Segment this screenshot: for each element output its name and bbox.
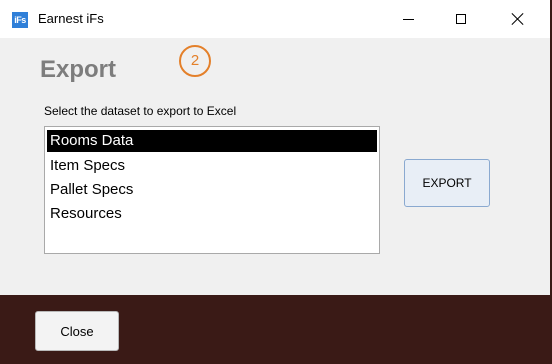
maximize-button[interactable] xyxy=(438,0,484,38)
list-item-pallet-specs[interactable]: Pallet Specs xyxy=(47,178,377,202)
minimize-button[interactable] xyxy=(385,0,431,38)
title-bar[interactable]: iFs Earnest iFs xyxy=(0,0,550,38)
app-icon: iFs xyxy=(12,12,28,28)
export-panel: Export 2 Select the dataset to export to… xyxy=(0,38,550,295)
close-button[interactable]: Close xyxy=(35,311,119,351)
app-window: iFs Earnest iFs Export 2 Select the data… xyxy=(0,0,552,364)
window-title: Earnest iFs xyxy=(38,11,104,26)
export-button[interactable]: EXPORT xyxy=(404,159,490,207)
close-icon xyxy=(512,13,524,25)
page-title: Export xyxy=(40,56,117,83)
close-window-button[interactable] xyxy=(495,0,541,38)
list-item-item-specs[interactable]: Item Specs xyxy=(47,154,377,178)
minimize-icon xyxy=(402,18,414,20)
footer-bar: Close xyxy=(0,295,550,364)
dataset-listbox[interactable]: Rooms Data Item Specs Pallet Specs Resou… xyxy=(44,126,380,254)
list-item-resources[interactable]: Resources xyxy=(47,202,377,226)
step-badge: 2 xyxy=(179,45,211,77)
list-item-rooms-data[interactable]: Rooms Data xyxy=(47,130,377,152)
instruction-label: Select the dataset to export to Excel xyxy=(44,104,237,118)
maximize-icon xyxy=(456,14,466,24)
